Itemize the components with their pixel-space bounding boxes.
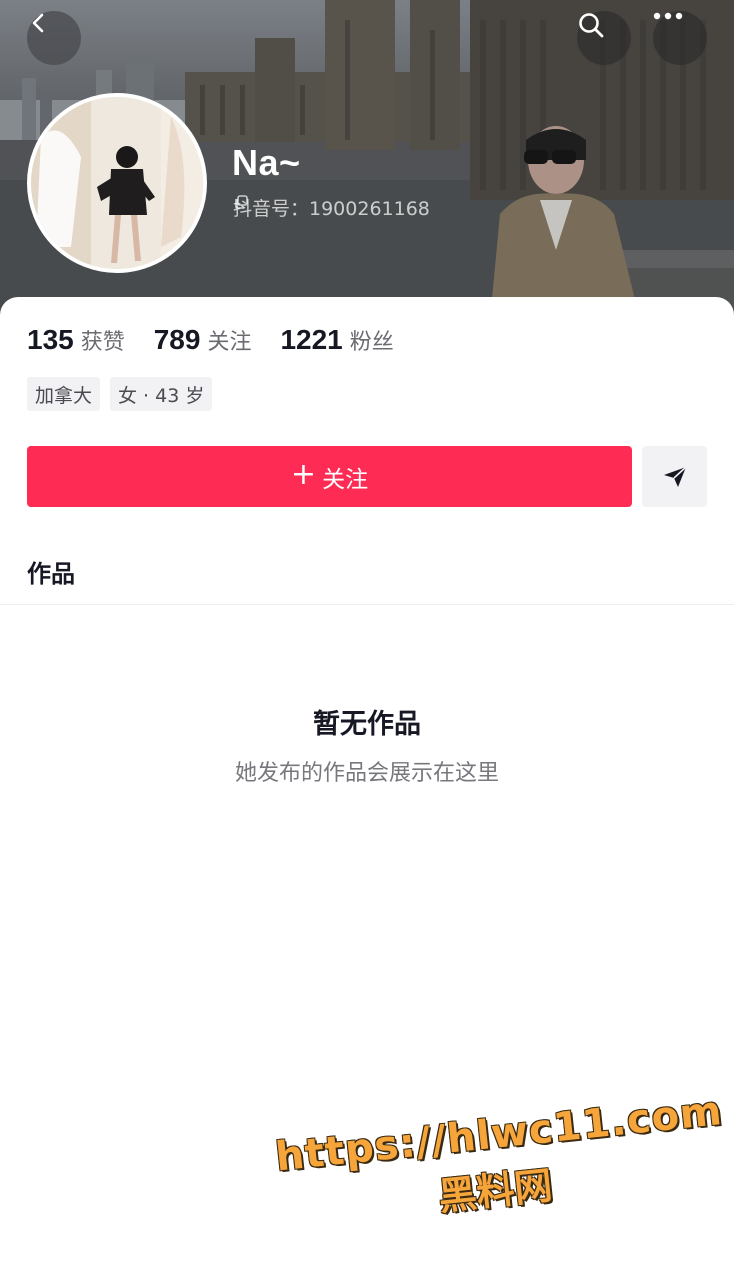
douyin-id[interactable]: 抖音号：1900261168 bbox=[233, 194, 430, 221]
douyin-id-text: 抖音号：1900261168 bbox=[233, 198, 430, 220]
profile-cover: Na~ 抖音号：1900261168 bbox=[0, 0, 734, 320]
nickname: Na~ bbox=[232, 142, 301, 183]
chevron-left-icon bbox=[32, 13, 44, 33]
stat-label: 获赞 bbox=[80, 330, 125, 355]
copy-icon[interactable] bbox=[233, 194, 249, 210]
follow-button[interactable]: + 关注 bbox=[27, 446, 632, 507]
stat-value: 1221 bbox=[280, 324, 343, 355]
send-arrow-icon bbox=[663, 465, 687, 487]
more-button[interactable] bbox=[653, 11, 707, 65]
stat-value: 789 bbox=[153, 324, 201, 355]
tag-location: 加拿大 bbox=[27, 377, 101, 411]
stat-label: 关注 bbox=[207, 330, 252, 355]
avatar[interactable] bbox=[27, 93, 207, 273]
stat-value: 135 bbox=[27, 324, 74, 355]
empty-state-subtitle: 她发布的作品会展示在这里 bbox=[234, 761, 499, 786]
message-button[interactable] bbox=[642, 446, 707, 507]
back-button[interactable] bbox=[27, 11, 81, 65]
search-icon bbox=[579, 13, 604, 38]
search-button[interactable] bbox=[577, 11, 631, 65]
stats-row: 135 获赞 789 关注 1221 粉丝 bbox=[27, 324, 423, 356]
more-horizontal-icon bbox=[653, 12, 683, 20]
avatar-image bbox=[31, 97, 203, 269]
stat-label: 粉丝 bbox=[349, 330, 394, 355]
profile-tags: 加拿大 女 · 43 岁 bbox=[27, 377, 213, 411]
stat-followers[interactable]: 1221 粉丝 bbox=[280, 324, 393, 356]
empty-state-title: 暂无作品 bbox=[313, 709, 421, 740]
tab-works[interactable]: 作品 bbox=[27, 554, 75, 589]
tab-divider bbox=[0, 604, 734, 605]
stat-following[interactable]: 789 关注 bbox=[154, 324, 252, 356]
plus-icon: + bbox=[290, 457, 317, 492]
tag-gender-age: 女 · 43 岁 bbox=[110, 377, 213, 411]
stat-likes[interactable]: 135 获赞 bbox=[27, 324, 125, 356]
follow-button-label: 关注 bbox=[322, 466, 369, 493]
